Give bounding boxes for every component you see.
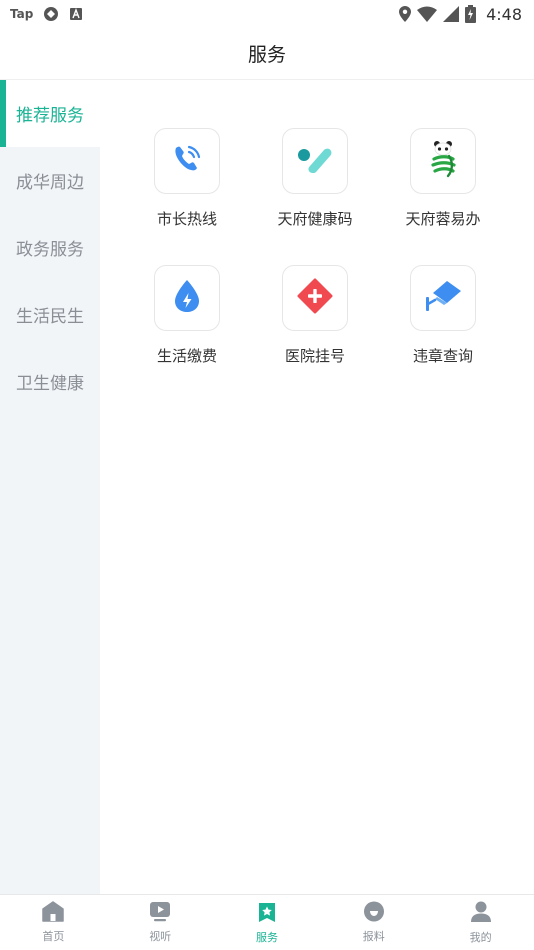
clock-time: 4:48 <box>486 4 522 24</box>
service-icon-box <box>410 128 476 194</box>
sidebar-item-livelihood[interactable]: 生活民生 <box>0 281 100 348</box>
service-label: 生活缴费 <box>156 347 217 365</box>
water-drop-icon <box>172 278 202 318</box>
nav-item-report[interactable]: 报料 <box>320 895 427 950</box>
nav-item-video[interactable]: 视听 <box>107 895 214 950</box>
nav-label: 首页 <box>42 930 65 943</box>
service-grid: 市长热线 天府健康码 天府蓉易办 生活缴费 医院挂号 违章查询 <box>123 128 508 366</box>
nav-item-profile[interactable]: 我的 <box>427 895 534 950</box>
nav-label: 我的 <box>469 930 492 944</box>
profile-icon <box>470 901 492 926</box>
service-label: 医院挂号 <box>284 347 345 365</box>
page-header: 服务 <box>0 28 534 80</box>
nav-label: 服务 <box>255 930 278 944</box>
sidebar-item-label: 成华周边 <box>16 173 84 193</box>
wifi-icon <box>417 6 438 22</box>
service-mayor-hotline[interactable]: 市长热线 <box>123 128 251 229</box>
sidebar-item-chenghua-nearby[interactable]: 成华周边 <box>0 147 100 214</box>
service-label: 市长热线 <box>156 210 217 228</box>
bottom-navigation: 首页 视听 服务 报料 我的 <box>0 894 534 950</box>
service-label: 天府健康码 <box>277 210 353 228</box>
panda-icon <box>428 139 458 183</box>
video-icon <box>149 901 171 925</box>
page-title: 服务 <box>247 44 286 66</box>
service-label: 违章查询 <box>412 347 473 365</box>
sidebar-item-recommended[interactable]: 推荐服务 <box>0 80 100 147</box>
service-icon-box <box>410 265 476 331</box>
nav-label: 视听 <box>149 930 172 943</box>
sync-icon <box>43 6 59 22</box>
service-utility-payment[interactable]: 生活缴费 <box>123 265 251 366</box>
service-icon-box <box>282 128 348 194</box>
sidebar-item-label: 卫生健康 <box>16 374 84 394</box>
location-icon <box>399 6 412 22</box>
signal-icon <box>443 6 460 22</box>
service-icon-box <box>282 265 348 331</box>
service-icon-box <box>154 128 220 194</box>
hospital-cross-icon <box>297 278 333 318</box>
sidebar-item-label: 推荐服务 <box>16 106 84 126</box>
service-icon-box <box>154 265 220 331</box>
service-hospital-registration[interactable]: 医院挂号 <box>251 265 379 366</box>
category-sidebar: 推荐服务 成华周边 政务服务 生活民生 卫生健康 <box>0 80 100 894</box>
nav-item-home[interactable]: 首页 <box>0 895 107 950</box>
service-violation-query[interactable]: 违章查询 <box>379 265 507 366</box>
status-left: Tap <box>10 6 83 22</box>
status-right: 4:48 <box>399 5 522 24</box>
phone-icon <box>170 142 204 180</box>
sidebar-item-government[interactable]: 政务服务 <box>0 214 100 281</box>
status-bar: Tap 4:48 <box>0 0 534 28</box>
nav-item-service[interactable]: 服务 <box>214 895 321 950</box>
tap-indicator: Tap <box>10 7 34 21</box>
camera-icon <box>423 279 463 317</box>
home-icon <box>42 901 65 925</box>
battery-icon <box>465 5 477 23</box>
sidebar-item-label: 政务服务 <box>16 240 84 260</box>
service-label: 天府蓉易办 <box>405 210 481 228</box>
font-icon <box>69 7 83 21</box>
report-icon <box>363 901 385 925</box>
sidebar-item-label: 生活民生 <box>16 307 84 327</box>
service-tianfu-rongyiban[interactable]: 天府蓉易办 <box>379 128 507 229</box>
sidebar-item-health[interactable]: 卫生健康 <box>0 348 100 415</box>
service-star-icon <box>256 901 278 926</box>
nav-label: 报料 <box>362 930 385 943</box>
service-health-code[interactable]: 天府健康码 <box>251 128 379 229</box>
health-code-icon <box>296 144 334 178</box>
